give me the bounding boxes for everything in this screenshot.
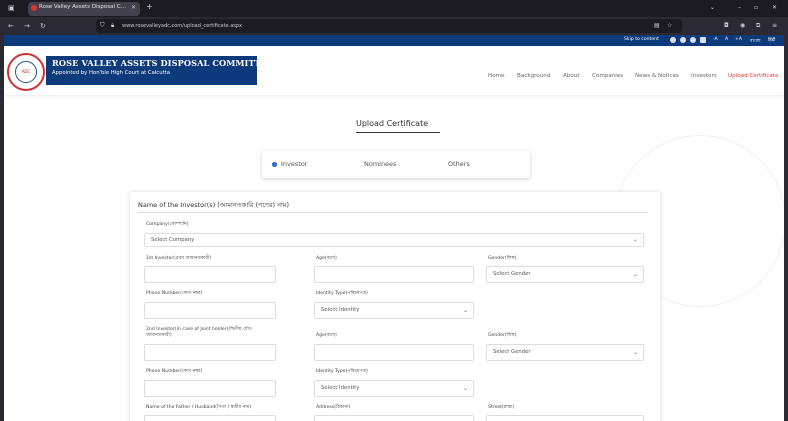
company-label: Company(কোম্পানি)	[146, 222, 189, 227]
phone-number-input[interactable]	[144, 302, 276, 319]
nav-upload-certificate[interactable]: Upload Certificate	[728, 73, 778, 79]
bengali-language-link[interactable]: বাংলা	[750, 37, 761, 45]
father-husband-input[interactable]	[144, 415, 276, 421]
nav-about[interactable]: About	[563, 73, 580, 79]
menu-icon[interactable]: ≡	[772, 22, 777, 30]
address-input[interactable]	[314, 415, 474, 421]
skip-to-content-link[interactable]: Skip to content	[624, 37, 659, 42]
investor-name-divider	[138, 211, 648, 213]
utility-bar	[4, 35, 784, 46]
youtube-icon[interactable]	[690, 37, 696, 43]
favicon-icon	[31, 5, 37, 11]
age-input[interactable]	[314, 266, 474, 283]
age-input-2[interactable]	[314, 344, 474, 361]
extensions-icon[interactable]: ⧉	[756, 22, 760, 30]
phone-number-label-2: Phone Number(ফোন নম্বর)	[146, 369, 203, 374]
gender-label-2: Gender(লিঙ্গ)	[488, 333, 517, 338]
chevron-down-icon[interactable]: ⌄	[710, 4, 715, 12]
phone-number-input-2[interactable]	[144, 380, 276, 397]
hindi-language-link[interactable]: हिंदी	[768, 37, 775, 43]
nav-companies[interactable]: Companies	[592, 73, 623, 79]
site-title: ROSE VALLEY ASSETS DISPOSAL COMMITTEE	[52, 58, 274, 68]
gender-select-2[interactable]: Select Gender ⌄	[486, 344, 644, 361]
company-select[interactable]: Select Company ⌄	[144, 233, 644, 247]
minimize-icon[interactable]: –	[738, 4, 741, 12]
street-input[interactable]	[486, 415, 644, 421]
shield-icon[interactable]: ⛉	[100, 22, 105, 30]
site-subtitle: Appointed by Hon'ble High Court at Calcu…	[52, 70, 170, 76]
identity-type-select[interactable]: Select Identity ⌄	[314, 302, 474, 319]
gender-select-value-2: Select Gender	[493, 349, 531, 355]
logo-text: ADC	[15, 61, 37, 83]
gender-select[interactable]: Select Gender ⌄	[486, 266, 644, 283]
chevron-down-icon: ⌄	[632, 271, 638, 278]
radio-investor[interactable]	[272, 162, 277, 167]
identity-type-value: Select Identity	[321, 307, 360, 313]
pocket-icon[interactable]: ◘	[724, 22, 729, 30]
age-label-2: Age(বয়স)	[316, 333, 337, 338]
font-normal-button[interactable]: A	[725, 37, 728, 42]
url-text[interactable]: www.rosevalleyadc.com/upload_certificate…	[122, 23, 242, 29]
maximize-icon[interactable]: ▫	[754, 4, 758, 12]
chevron-down-icon: ⌄	[632, 236, 638, 243]
reload-icon[interactable]: ↻	[40, 22, 46, 30]
nav-background[interactable]: Background	[517, 73, 550, 79]
chevron-down-icon: ⌄	[462, 385, 468, 392]
identity-type-value-2: Select Identity	[321, 385, 360, 391]
radio-investor-label[interactable]: Investor	[281, 160, 307, 168]
nav-home[interactable]: Home	[488, 73, 505, 79]
twitter-icon[interactable]	[670, 37, 676, 43]
nav-news-notices[interactable]: News & Notices	[635, 73, 679, 79]
lock-icon[interactable]: 🔒︎	[111, 22, 114, 30]
investor-name-heading: Name of the Investor(s) (আমানতকারি (গণের…	[138, 201, 290, 209]
account-icon[interactable]: ◉	[740, 22, 745, 30]
tab-title: Rose Valley Assets Disposal C...	[39, 4, 126, 10]
tab-list-icon[interactable]: ▣	[8, 4, 15, 12]
company-select-value: Select Company	[151, 237, 195, 243]
phone-number-label: Phone Number(ফোন নম্বর)	[146, 291, 203, 296]
title-underline	[356, 132, 440, 133]
new-tab-icon[interactable]: +	[146, 3, 153, 11]
facebook-icon[interactable]	[680, 37, 686, 43]
father-husband-label: Name of the Father / Husband(পিতা / স্বা…	[146, 405, 252, 410]
nav-investors[interactable]: Investors	[691, 73, 717, 79]
radio-nominees-label[interactable]: Nominees	[364, 160, 396, 168]
site-header: ADC ROSE VALLEY ASSETS DISPOSAL COMMITTE…	[4, 46, 784, 95]
identity-type-label-2: Identity Type(পরিচয়পত্র)	[316, 369, 368, 374]
age-label: Age(বয়স)	[316, 256, 337, 261]
chevron-down-icon: ⌄	[462, 307, 468, 314]
gender-label: Gender(লিঙ্গ)	[488, 256, 517, 261]
first-investor-input[interactable]	[144, 266, 276, 283]
reader-view-icon[interactable]: ▤	[654, 22, 660, 30]
applicant-type-selector: Investor Nominees Others	[262, 151, 530, 178]
tab-close-icon[interactable]: ✕	[131, 4, 136, 12]
second-investor-label-cont: আমানতকারী)	[146, 333, 172, 338]
committee-logo[interactable]: ADC	[7, 53, 45, 91]
second-investor-input[interactable]	[144, 344, 276, 361]
radio-others-label[interactable]: Others	[448, 160, 470, 168]
font-increase-button[interactable]: +A	[735, 37, 742, 42]
linkedin-icon[interactable]	[700, 37, 706, 43]
back-icon[interactable]: ←	[8, 22, 14, 30]
first-investor-label: 1st Investor(প্রথম আমানতকারী)	[146, 256, 212, 261]
page-title: Upload Certificate	[356, 119, 429, 128]
window-close-icon[interactable]: ✕	[772, 4, 777, 12]
identity-type-label: Identity Type(পরিচয়পত্র)	[316, 291, 368, 296]
address-label: Address(ঠিকানা)	[316, 405, 351, 410]
forward-icon[interactable]: →	[24, 22, 30, 30]
bookmark-star-icon[interactable]: ☆	[667, 22, 672, 30]
chevron-down-icon: ⌄	[632, 349, 638, 356]
identity-type-select-2[interactable]: Select Identity ⌄	[314, 380, 474, 397]
street-label: Street(রাস্তা)	[488, 405, 515, 410]
page-viewport: Skip to content -A A +A বাংলা हिंदी ADC …	[4, 35, 784, 421]
gender-select-value: Select Gender	[493, 271, 531, 277]
font-decrease-button[interactable]: -A	[713, 37, 718, 42]
